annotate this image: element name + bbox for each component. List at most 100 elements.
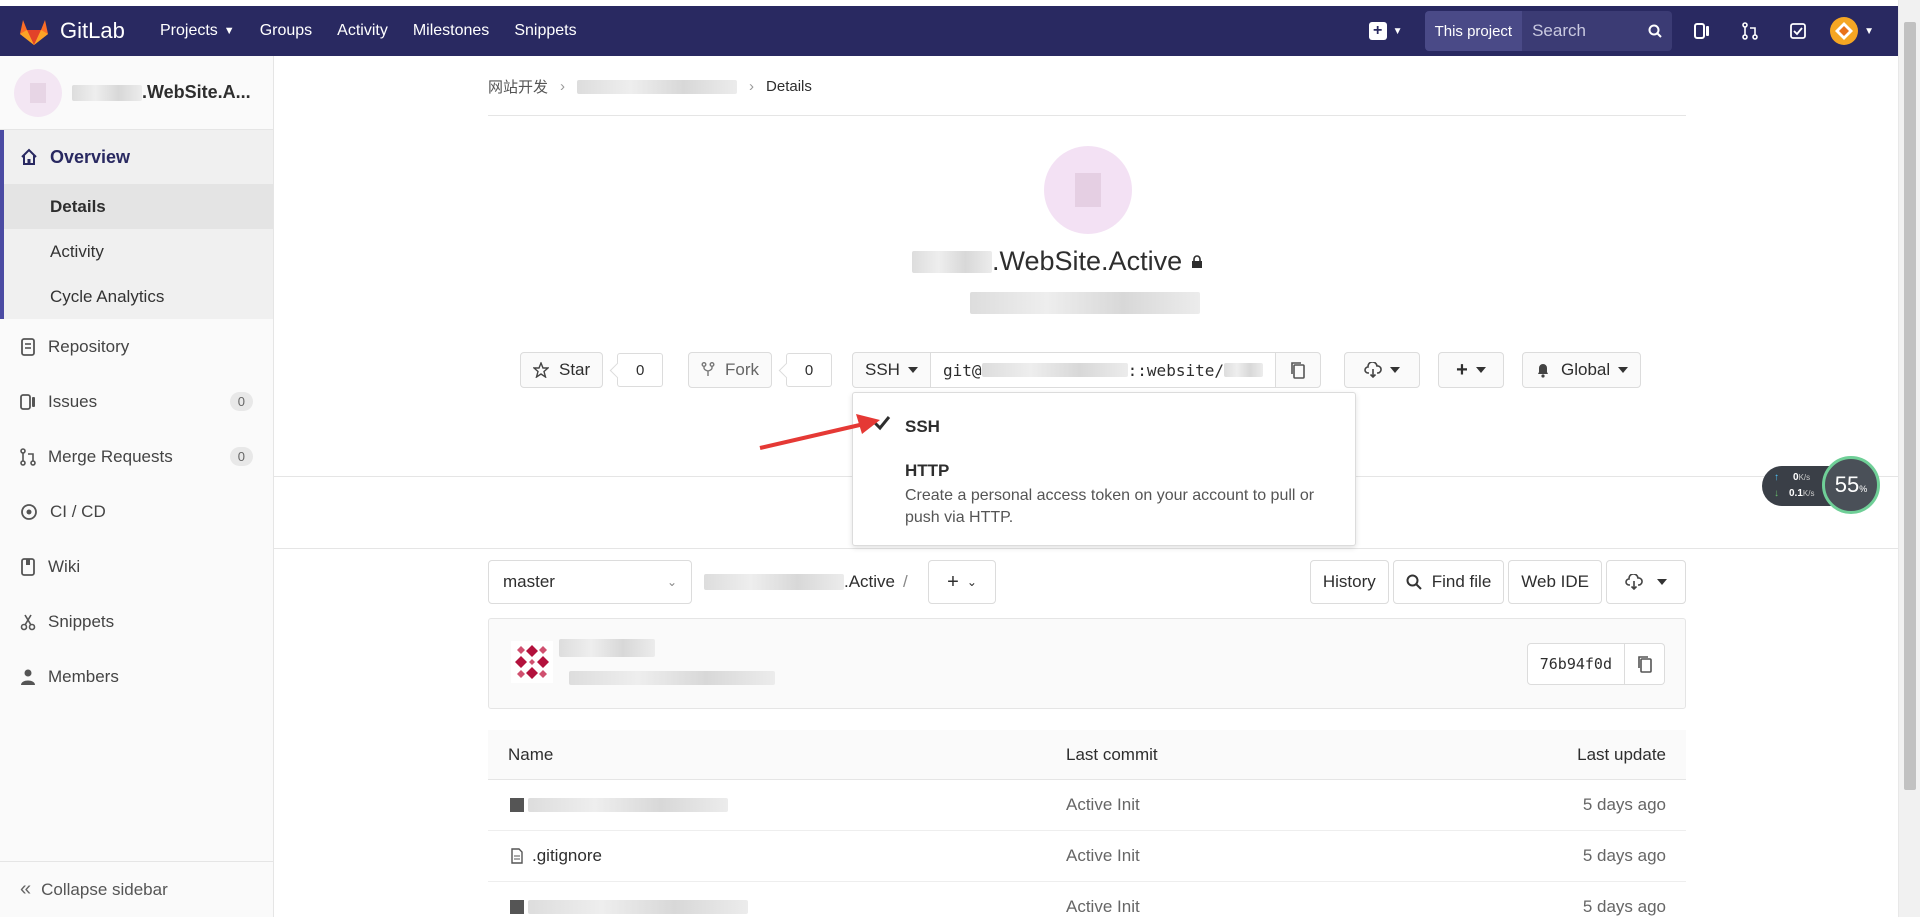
search-scope-badge[interactable]: This project bbox=[1424, 11, 1523, 51]
project-title-text: .WebSite.Active bbox=[992, 246, 1183, 276]
file-name-redacted[interactable] bbox=[528, 900, 748, 914]
chevron-down-icon: ⌄ bbox=[966, 575, 977, 589]
tree-actions: History Find file Web IDE bbox=[1306, 560, 1686, 604]
ci-cd-icon bbox=[21, 503, 37, 520]
commit-cell[interactable]: Active Init bbox=[1066, 897, 1486, 917]
branch-selector[interactable]: master ⌄ bbox=[488, 560, 692, 604]
sidebar-item-details[interactable]: Details bbox=[4, 184, 273, 229]
clone-url-input[interactable]: git@ ::website/ bbox=[930, 352, 1275, 388]
breadcrumb-project-redacted[interactable] bbox=[577, 79, 738, 94]
members-icon bbox=[21, 669, 35, 685]
commit-cell[interactable]: Active Init bbox=[1066, 846, 1486, 866]
caret-down-icon bbox=[1657, 579, 1667, 585]
copy-sha-button[interactable] bbox=[1625, 643, 1665, 685]
sidebar-item-snippets[interactable]: Snippets bbox=[0, 594, 273, 649]
star-count[interactable]: 0 bbox=[617, 353, 664, 387]
chevron-down-icon: ▼ bbox=[223, 25, 235, 37]
file-name-redacted[interactable] bbox=[528, 798, 728, 812]
user-menu[interactable]: ▼ bbox=[1830, 17, 1874, 45]
wiki-icon bbox=[21, 557, 35, 576]
clone-option-http[interactable]: HTTP Create a personal access token on y… bbox=[905, 461, 1325, 529]
search-input[interactable] bbox=[1532, 21, 1643, 41]
star-button[interactable]: Star bbox=[520, 352, 604, 388]
add-to-tree-button[interactable]: + ⌄ bbox=[928, 560, 996, 604]
download-unit: K/s bbox=[1802, 489, 1815, 498]
sidebar-item-issues[interactable]: Issues 0 bbox=[0, 374, 273, 429]
clone-url-prefix: git@ bbox=[942, 360, 982, 380]
chevron-down-icon: ▼ bbox=[1392, 25, 1403, 37]
top-navbar: GitLab Projects ▼ Groups Activity Milesto… bbox=[0, 6, 1898, 56]
project-title: .WebSite.Active bbox=[912, 246, 1264, 277]
copy-clone-url-button[interactable] bbox=[1274, 352, 1321, 388]
repo-path-text[interactable]: .Active bbox=[844, 572, 895, 592]
history-button[interactable]: History bbox=[1309, 560, 1389, 604]
breadcrumb-group[interactable]: 网站开发 bbox=[488, 76, 548, 97]
table-row[interactable]: .gitignore Active Init 5 days ago bbox=[488, 831, 1686, 882]
sidebar-overview-group: Overview Details Activity Cycle Analytic… bbox=[0, 130, 273, 319]
network-speed-widget[interactable]: ↑ 0 K/s ↓ 0.1 K/s 55 % bbox=[1762, 456, 1892, 514]
brand-name: GitLab bbox=[60, 18, 125, 43]
page-scrollbar[interactable] bbox=[1898, 0, 1920, 917]
path-separator: / bbox=[903, 572, 908, 591]
new-file-dropdown[interactable]: + bbox=[1438, 352, 1504, 388]
issues-nav-icon[interactable] bbox=[1686, 15, 1718, 47]
chevron-right-icon: › bbox=[749, 78, 755, 95]
clone-protocol-label: SSH bbox=[865, 360, 900, 379]
percent-unit: % bbox=[1859, 484, 1868, 494]
sidebar-item-repository[interactable]: Repository bbox=[0, 319, 273, 374]
annotation-arrow bbox=[759, 414, 880, 450]
breadcrumb-divider bbox=[488, 115, 1686, 116]
notification-dropdown[interactable]: Global bbox=[1522, 352, 1642, 388]
sidebar-item-members[interactable]: Members bbox=[0, 649, 273, 704]
sidebar-item-merge-requests[interactable]: Merge Requests 0 bbox=[0, 429, 273, 484]
nav-projects[interactable]: Projects ▼ bbox=[160, 22, 235, 40]
sidebar-item-label: Wiki bbox=[48, 556, 81, 576]
clone-protocol-dropdown[interactable]: SSH bbox=[852, 352, 931, 388]
gitlab-logo[interactable]: GitLab bbox=[18, 16, 136, 46]
sidebar-item-overview[interactable]: Overview bbox=[4, 130, 273, 184]
sidebar-item-activity[interactable]: Activity bbox=[4, 229, 273, 274]
merge-requests-nav-icon[interactable] bbox=[1734, 15, 1766, 47]
table-row[interactable]: Active Init 5 days ago bbox=[488, 780, 1686, 831]
sidebar-item-cycle-analytics[interactable]: Cycle Analytics bbox=[4, 274, 273, 319]
web-ide-button[interactable]: Web IDE bbox=[1508, 560, 1602, 604]
arrow-down-icon: ↓ bbox=[1774, 488, 1779, 499]
new-file-group: + bbox=[1438, 352, 1504, 388]
commit-cell[interactable]: Active Init bbox=[1066, 795, 1486, 815]
sidebar-item-ci-cd[interactable]: CI / CD bbox=[0, 484, 273, 539]
table-row[interactable]: Active Init 5 days ago bbox=[488, 882, 1686, 917]
find-file-button[interactable]: Find file bbox=[1392, 560, 1505, 604]
gitlab-tanuki-icon bbox=[20, 20, 48, 45]
sidebar-item-wiki[interactable]: Wiki bbox=[0, 539, 273, 594]
sidebar-item-label: Members bbox=[48, 666, 119, 686]
tree-download-dropdown[interactable] bbox=[1606, 560, 1686, 604]
arrow-up-icon: ↑ bbox=[1774, 472, 1779, 483]
redacted-text bbox=[72, 84, 142, 101]
nav-activity[interactable]: Activity bbox=[337, 22, 388, 40]
redacted-text bbox=[981, 363, 1128, 377]
sidebar-context-header[interactable]: .WebSite.A... bbox=[0, 56, 273, 130]
nav-groups[interactable]: Groups bbox=[260, 22, 312, 40]
fork-button[interactable]: Fork bbox=[688, 352, 772, 388]
collapse-sidebar-button[interactable]: « Collapse sidebar bbox=[0, 861, 274, 917]
star-icon bbox=[533, 362, 549, 378]
issues-icon bbox=[20, 393, 35, 410]
nav-milestones[interactable]: Milestones bbox=[413, 22, 489, 40]
fork-count[interactable]: 0 bbox=[786, 353, 832, 387]
commit-title-redacted[interactable] bbox=[559, 639, 655, 657]
fork-group: Fork 0 bbox=[688, 352, 832, 388]
nav-snippets[interactable]: Snippets bbox=[514, 22, 576, 40]
todos-nav-icon[interactable] bbox=[1782, 15, 1814, 47]
project-description-redacted bbox=[970, 292, 1200, 314]
clone-option-ssh[interactable]: SSH bbox=[905, 417, 940, 437]
search-icon[interactable] bbox=[1648, 24, 1662, 38]
commit-author-avatar[interactable] bbox=[511, 641, 553, 683]
sidebar-item-label: CI / CD bbox=[50, 501, 106, 521]
file-name[interactable]: .gitignore bbox=[532, 846, 602, 866]
download-dropdown[interactable] bbox=[1344, 352, 1420, 388]
new-dropdown-button[interactable]: + ▼ bbox=[1368, 22, 1403, 40]
breadcrumb-current: Details bbox=[766, 78, 812, 95]
commit-sha[interactable]: 76b94f0d bbox=[1526, 643, 1625, 685]
scrollbar-thumb[interactable] bbox=[1904, 22, 1916, 790]
file-table: Name Last commit Last update Active Init… bbox=[488, 730, 1686, 917]
